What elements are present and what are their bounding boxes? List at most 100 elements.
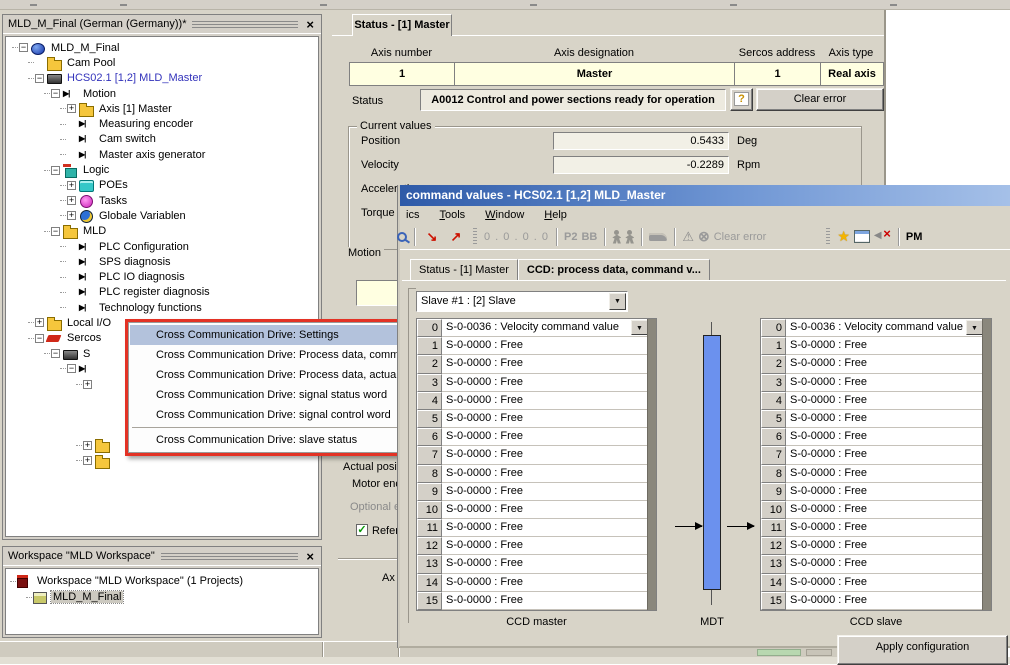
row-value[interactable]: S-0-0000 : Free — [442, 410, 648, 429]
reference-checkbox[interactable]: ✓ — [356, 524, 368, 536]
row-value[interactable]: S-0-0036 : Velocity command value ▼ — [786, 319, 983, 338]
row-value[interactable]: S-0-0000 : Free — [786, 428, 983, 447]
expert-mode-icon[interactable] — [625, 229, 634, 244]
row-value[interactable]: S-0-0000 : Free — [442, 428, 648, 447]
bb-button[interactable]: BB — [581, 231, 597, 243]
slave-selector-dropdown[interactable]: Slave #1 : [2] Slave ▼ — [416, 291, 628, 312]
close-icon[interactable]: × — [304, 18, 316, 31]
row-value[interactable]: S-0-0000 : Free — [442, 446, 648, 465]
workspace-item[interactable]: MLD_M_Final — [6, 589, 318, 605]
expand-icon[interactable]: + — [83, 456, 92, 466]
tree-item[interactable]: −▶|Master axis generator — [8, 147, 318, 162]
tab-ccd-process-data[interactable]: CCD: process data, command v... — [517, 259, 710, 280]
row-value[interactable]: S-0-0000 : Free — [786, 337, 983, 356]
workspace-panel-titlebar[interactable]: Workspace "MLD Workspace" × — [3, 547, 321, 566]
workspace-item[interactable]: Workspace "MLD Workspace" (1 Projects) — [6, 573, 318, 589]
clear-error-toolbar-label[interactable]: Clear error — [714, 231, 767, 243]
row-value[interactable]: S-0-0000 : Free — [442, 374, 648, 392]
axis-table-row[interactable]: 1 Master 1 Real axis — [349, 62, 884, 86]
tree-item[interactable]: + Tasks — [8, 193, 318, 208]
row-value[interactable]: S-0-0000 : Free — [442, 501, 648, 520]
row-value[interactable]: S-0-0000 : Free — [786, 410, 983, 429]
tree-item[interactable]: −Cam Pool — [8, 55, 318, 71]
help-icon[interactable]: ? — [730, 88, 753, 111]
collapse-icon[interactable]: − — [35, 333, 44, 343]
expand-icon[interactable]: + — [67, 211, 76, 221]
expand-icon[interactable]: + — [67, 104, 76, 114]
collapse-icon[interactable]: − — [67, 364, 76, 374]
collapse-icon[interactable]: − — [35, 73, 44, 83]
parameter-list-icon[interactable] — [853, 230, 870, 243]
tree-item[interactable]: + Axis [1] Master — [8, 101, 318, 117]
dropdown-arrow-icon[interactable]: ▼ — [966, 320, 983, 336]
expand-icon[interactable]: + — [83, 379, 92, 389]
tree-item[interactable]: − MLD — [8, 224, 318, 240]
tree-item[interactable]: + Globale Variablen — [8, 208, 318, 223]
panel-grip[interactable] — [192, 21, 299, 29]
warning-icon[interactable]: ⚠ — [682, 229, 694, 245]
dropdown-arrow-icon[interactable]: ▼ — [631, 320, 648, 336]
tree-item[interactable]: −▶|Cam switch — [8, 132, 318, 147]
favorites-star-icon[interactable]: ★ — [837, 228, 850, 245]
row-value[interactable]: S-0-0000 : Free — [786, 592, 983, 610]
tree-item[interactable]: −▶|SPS diagnosis — [8, 254, 318, 269]
axis-button-fragment[interactable]: Ax — [382, 572, 395, 584]
tab-status-master[interactable]: Status - [1] Master — [410, 259, 518, 280]
phase-p2-button[interactable]: P2 — [564, 231, 577, 243]
menu-item[interactable]: Cross Communication Drive: Settings — [130, 325, 401, 345]
apply-configuration-button[interactable]: Apply configuration — [837, 635, 1008, 665]
chevron-down-icon[interactable]: ▼ — [609, 293, 626, 310]
row-value[interactable]: S-0-0000 : Free — [786, 374, 983, 392]
download-arrow-icon[interactable]: ↘ — [422, 229, 442, 245]
tree-item[interactable]: −▶|Measuring encoder — [8, 116, 318, 131]
error-clear-icon[interactable]: ⊗ — [698, 228, 710, 245]
menu-item[interactable]: Cross Communication Drive: Process data,… — [130, 365, 401, 385]
panel-grip[interactable] — [160, 553, 299, 561]
row-value[interactable]: S-0-0036 : Velocity command value ▼ — [442, 319, 648, 338]
menubar-item[interactable]: ics — [406, 209, 419, 221]
expand-icon[interactable]: + — [67, 180, 76, 190]
row-value[interactable]: S-0-0000 : Free — [442, 483, 648, 501]
zoom-icon[interactable] — [397, 231, 407, 242]
toolbar-grip[interactable] — [473, 227, 477, 246]
row-value[interactable]: S-0-0000 : Free — [442, 355, 648, 374]
row-value[interactable]: S-0-0000 : Free — [442, 574, 648, 592]
expand-icon[interactable]: + — [83, 440, 92, 450]
collapse-icon[interactable]: − — [51, 89, 60, 99]
collapse-icon[interactable]: − — [51, 226, 60, 236]
upload-arrow-icon[interactable]: ↗ — [446, 229, 466, 245]
row-value[interactable]: S-0-0000 : Free — [786, 537, 983, 556]
menubar-item[interactable]: Tools — [439, 209, 465, 221]
row-value[interactable]: S-0-0000 : Free — [786, 519, 983, 538]
row-value[interactable]: S-0-0000 : Free — [442, 555, 648, 574]
drive-icon[interactable] — [649, 232, 668, 241]
row-value[interactable]: S-0-0000 : Free — [786, 392, 983, 410]
tree-item[interactable]: + POEs — [8, 178, 318, 193]
tree-panel-titlebar[interactable]: MLD_M_Final (German (Germany))* × — [3, 15, 321, 34]
menu-item[interactable]: Cross Communication Drive: signal status… — [130, 385, 401, 405]
toolbar-grip[interactable] — [826, 227, 831, 246]
tree-item[interactable]: − MLD_M_Final — [8, 40, 318, 55]
window-titlebar[interactable]: command values - HCS02.1 [1,2] MLD_Maste… — [400, 185, 1010, 206]
row-value[interactable]: S-0-0000 : Free — [442, 537, 648, 556]
tree-item[interactable]: −▶|PLC Configuration — [8, 239, 318, 254]
menubar-item[interactable]: Window — [485, 209, 524, 221]
menu-item[interactable]: Cross Communication Drive: signal contro… — [130, 405, 401, 425]
easy-mode-icon[interactable] — [612, 229, 621, 244]
tree-item[interactable]: − HCS02.1 [1,2] MLD_Master — [8, 71, 318, 86]
tree-item[interactable]: − ▶| Motion — [8, 86, 318, 101]
tree-item[interactable]: −▶|PLC register diagnosis — [8, 285, 318, 300]
collapse-icon[interactable]: − — [51, 165, 60, 175]
mute-speaker-icon[interactable] — [874, 226, 891, 243]
row-value[interactable]: S-0-0000 : Free — [786, 574, 983, 592]
row-value[interactable]: S-0-0000 : Free — [442, 592, 648, 610]
row-value[interactable]: S-0-0000 : Free — [442, 337, 648, 356]
row-value[interactable]: S-0-0000 : Free — [786, 446, 983, 465]
collapse-icon[interactable]: − — [51, 349, 60, 359]
row-value[interactable]: S-0-0000 : Free — [786, 555, 983, 574]
tree-item[interactable]: −▶|PLC IO diagnosis — [8, 269, 318, 284]
row-value[interactable]: S-0-0000 : Free — [786, 483, 983, 501]
tab-status-master[interactable]: Status - [1] Master — [352, 14, 452, 36]
row-value[interactable]: S-0-0000 : Free — [786, 501, 983, 520]
menubar-item[interactable]: Help — [544, 209, 567, 221]
